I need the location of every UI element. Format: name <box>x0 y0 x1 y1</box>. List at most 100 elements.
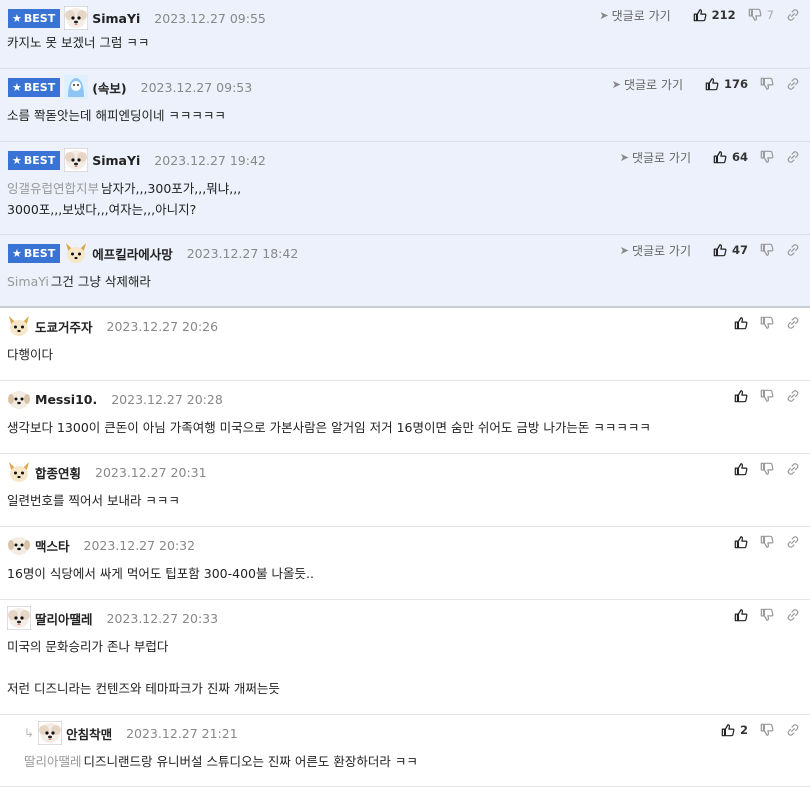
downvote-button[interactable] <box>760 723 774 737</box>
upvote-button[interactable]: 212 <box>693 8 736 22</box>
quoted-user[interactable]: 잉갤유럽연합지부 <box>7 181 99 196</box>
comment-date: 2023.12.27 18:42 <box>186 245 299 261</box>
comment-row: ★ BEST SimaYi 2023.12.27 19:42 ➤ 댓글로 가기 64 잉갤유럽… <box>0 142 810 235</box>
link-icon[interactable] <box>786 150 800 164</box>
nickname[interactable]: SimaYi <box>92 153 140 168</box>
nickname[interactable]: 안침착맨 <box>66 724 112 743</box>
link-icon[interactable] <box>786 535 800 549</box>
upvote-button[interactable]: 64 <box>713 150 748 164</box>
comment-row: ★ BEST (속보) 2023.12.27 09:53 ➤ 댓글로 가기 176 소름 쫙돋… <box>0 69 810 142</box>
nickname[interactable]: 딸리아땔레 <box>35 609 93 628</box>
comment-body: 잉갤유럽연합지부 남자가,,,300포가,,,뭐냐,,, 3000포,,,보냈다,,… <box>7 178 241 220</box>
comment-header: Messi10. 2023.12.27 20:28 <box>7 387 223 411</box>
upvote-button[interactable] <box>734 608 748 622</box>
nickname[interactable]: 에프킬라에사망 <box>92 244 173 263</box>
nickname[interactable]: 도쿄거주자 <box>35 317 93 336</box>
downvote-button[interactable] <box>760 316 774 330</box>
comment-date: 2023.12.27 20:32 <box>83 537 196 553</box>
link-icon[interactable] <box>786 77 800 91</box>
downvote-button[interactable] <box>760 535 774 549</box>
link-icon[interactable] <box>786 389 800 403</box>
downvote-button[interactable]: 7 <box>748 8 774 22</box>
star-icon: ★ <box>12 11 22 25</box>
comment-actions: ➤ 댓글로 가기 64 <box>620 148 800 166</box>
comment-text: 카지노 못 보겠너 그럼 ㅋㅋ <box>7 35 150 50</box>
upvote-count: 212 <box>711 8 736 22</box>
comment-text-line: 소름 쫙돋앗는데 해피엔딩이네 ㅋㅋㅋㅋㅋ <box>7 105 226 126</box>
comment-text: 그건 그냥 삭제해라 <box>50 274 151 289</box>
comment-body: 카지노 못 보겠너 그럼 ㅋㅋ <box>7 32 149 53</box>
puppy-avatar[interactable] <box>7 533 31 557</box>
comment-header: ★ BEST (속보) 2023.12.27 09:53 <box>7 75 252 99</box>
downvote-button[interactable] <box>760 389 774 403</box>
comment-row: 딸리아땔레 2023.12.27 20:33 미국의 문화승리가 존나 부럽다 저런… <box>0 600 810 715</box>
reply-link[interactable]: ➤ 댓글로 가기 <box>612 76 683 93</box>
comment-body: 16명이 식당에서 싸게 먹어도 팁포함 300-400불 나올듯.. <box>7 563 314 584</box>
comment-date: 2023.12.27 20:31 <box>95 464 207 480</box>
comment-row: ★ BEST SimaYi 2023.12.27 09:55 ➤ 댓글로 가기 212 7 카지… <box>0 0 810 69</box>
upvote-button[interactable] <box>734 389 748 403</box>
comment-row: Messi10. 2023.12.27 20:28 생각보다 1300이 큰돈이 아… <box>0 381 810 454</box>
link-icon[interactable] <box>786 316 800 330</box>
comment-text-line: 16명이 식당에서 싸게 먹어도 팁포함 300-400불 나올듯.. <box>7 563 314 584</box>
best-badge: ★ BEST <box>8 8 61 28</box>
bichon-avatar[interactable] <box>6 605 32 631</box>
comment-row: 맥스타 2023.12.27 20:32 16명이 식당에서 싸게 먹어도 팁포함 … <box>0 527 810 600</box>
reply-link[interactable]: ➤ 댓글로 가기 <box>599 7 670 24</box>
blue-character-avatar[interactable] <box>64 75 89 99</box>
comment-row: ★ BEST 에프킬라에사망 2023.12.27 18:42 ➤ 댓글로 가기 47 Sim… <box>0 235 810 308</box>
upvote-count: 176 <box>723 77 748 91</box>
comment-actions: ➤ 댓글로 가기 47 <box>620 241 800 259</box>
fox-avatar[interactable] <box>7 460 31 484</box>
reply-link[interactable]: ➤ 댓글로 가기 <box>620 242 691 259</box>
comment-header: ↳ 안침착맨 2023.12.27 21:21 <box>24 720 238 746</box>
link-icon[interactable] <box>786 8 800 22</box>
link-icon[interactable] <box>786 723 800 737</box>
bichon-avatar[interactable] <box>37 720 63 746</box>
nickname[interactable]: (속보) <box>92 78 126 97</box>
comment-header: 맥스타 2023.12.27 20:32 <box>7 533 195 557</box>
quoted-user[interactable]: SimaYi <box>7 274 49 289</box>
upvote-button[interactable]: 176 <box>705 77 748 91</box>
reply-link-label: 댓글로 가기 <box>631 243 691 258</box>
comment-text: 디즈니랜드랑 유니버설 스튜디오는 진짜 어른도 환장하더라 ㅋㅋ <box>83 754 418 769</box>
best-badge: ★ BEST <box>8 77 61 97</box>
reply-link[interactable]: ➤ 댓글로 가기 <box>620 149 691 166</box>
upvote-button[interactable] <box>734 535 748 549</box>
upvote-count: 2 <box>739 723 748 737</box>
fox-avatar[interactable] <box>7 314 31 338</box>
bichon-avatar[interactable] <box>63 5 89 31</box>
fox-avatar[interactable] <box>64 241 88 265</box>
comment-actions <box>722 606 800 624</box>
nickname[interactable]: 맥스타 <box>35 536 70 555</box>
quoted-user[interactable]: 딸리아땔레 <box>24 754 82 769</box>
comment-date: 2023.12.27 20:28 <box>111 391 223 407</box>
comment-body: 소름 쫙돋앗는데 해피엔딩이네 ㅋㅋㅋㅋㅋ <box>7 105 226 126</box>
nickname[interactable]: 합종연횡 <box>35 463 81 482</box>
comment-text-line: 잉갤유럽연합지부 남자가,,,300포가,,,뭐냐,,, <box>7 178 241 199</box>
puppy-avatar[interactable] <box>7 387 31 411</box>
star-icon: ★ <box>12 246 22 260</box>
downvote-button[interactable] <box>760 243 774 257</box>
comment-text: 생각보다 1300이 큰돈이 아님 가족여행 미국으로 가본사람은 알거임 저거… <box>7 420 651 435</box>
upvote-button[interactable] <box>734 316 748 330</box>
upvote-button[interactable]: 47 <box>713 243 748 257</box>
comment-date: 2023.12.27 20:26 <box>106 318 219 334</box>
downvote-button[interactable] <box>760 77 774 91</box>
comment-actions <box>722 387 800 405</box>
star-icon: ★ <box>12 80 22 94</box>
nickname[interactable]: SimaYi <box>92 11 140 26</box>
comment-actions: ➤ 댓글로 가기 212 7 <box>599 6 800 24</box>
downvote-button[interactable] <box>760 150 774 164</box>
comment-text-line: 생각보다 1300이 큰돈이 아님 가족여행 미국으로 가본사람은 알거임 저거… <box>7 417 651 438</box>
nickname[interactable]: Messi10. <box>35 392 97 407</box>
upvote-button[interactable] <box>734 462 748 476</box>
bichon-avatar[interactable] <box>63 147 89 173</box>
upvote-button[interactable]: 2 <box>721 723 748 737</box>
link-icon[interactable] <box>786 243 800 257</box>
comment-text-line: 3000포,,,보냈다,,,여자는,,,아니지? <box>7 199 241 220</box>
downvote-button[interactable] <box>760 462 774 476</box>
link-icon[interactable] <box>786 462 800 476</box>
downvote-button[interactable] <box>760 608 774 622</box>
link-icon[interactable] <box>786 608 800 622</box>
